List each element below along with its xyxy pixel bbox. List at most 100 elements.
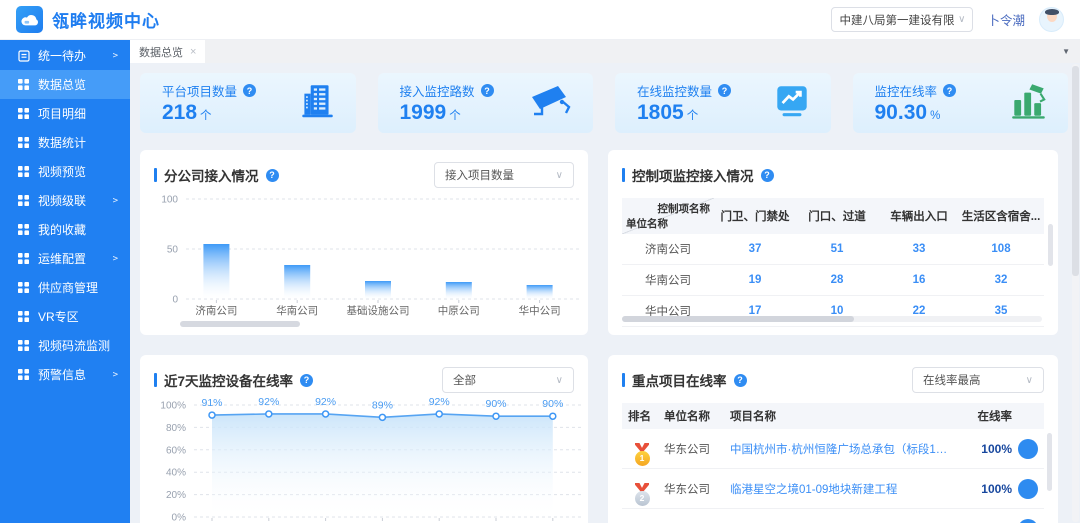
stat-card-3: 在线监控数量?1805个 <box>615 73 831 133</box>
column-header: 排名 <box>628 408 664 424</box>
grid-icon <box>18 340 30 352</box>
table-row: 1华东公司中国杭州市·杭州恒隆广场总承包（标段1）工程100% <box>622 429 1044 469</box>
tabbar-caret-icon[interactable]: ▼ <box>1062 47 1070 56</box>
branch-bar-chart: 050100济南公司华南公司基础设施公司中原公司华中公司 <box>140 192 588 330</box>
sidebar-item-5[interactable]: 视频预览 <box>0 157 130 186</box>
cell-value[interactable]: 33 <box>878 234 960 264</box>
horizontal-scrollbar-thumb[interactable] <box>180 321 300 327</box>
help-icon[interactable]: ? <box>481 84 494 97</box>
panel-head: 重点项目在线率 ? 在线率最高 ∨ <box>622 367 1044 393</box>
table-header-row: 排名单位名称项目名称在线率 <box>622 403 1044 429</box>
app-title: 瓴眸视频中心 <box>52 7 160 32</box>
panel-title: 控制项监控接入情况 ? <box>622 165 774 185</box>
stat-card-1: 平台项目数量?218个 <box>140 73 356 133</box>
table-row: 华南公司19281632 <box>622 265 1044 296</box>
svg-text:89%: 89% <box>372 399 393 411</box>
sidebar-item-11[interactable]: 视频码流监测 <box>0 331 130 360</box>
avatar[interactable] <box>1039 7 1064 32</box>
sidebar-item-3[interactable]: 项目明细 <box>0 99 130 128</box>
sidebar-item-label: 项目明细 <box>38 105 118 122</box>
stat-info: 监控在线率?90.30% <box>875 81 957 124</box>
project-link[interactable]: 临港星空之境01-09地块新建工程 <box>730 481 960 497</box>
stat-card-2: 接入监控路数?1999个 <box>378 73 594 133</box>
online-rate-filter-select[interactable]: 全部 ∨ <box>442 367 574 393</box>
sidebar-item-2[interactable]: 数据总览 <box>0 70 130 99</box>
cell-value[interactable]: 16 <box>878 265 960 295</box>
cctv-camera-icon <box>529 81 575 126</box>
key-projects-table: 排名单位名称项目名称在线率 1华东公司中国杭州市·杭州恒隆广场总承包（标段1）工… <box>622 403 1044 523</box>
username[interactable]: 卜令潮 <box>987 10 1025 29</box>
sidebar-item-label: 运维配置 <box>38 250 113 267</box>
stat-label: 在线监控数量? <box>637 81 731 100</box>
grid-icon <box>18 311 30 323</box>
sidebar-item-1[interactable]: 统一待办> <box>0 41 130 70</box>
vertical-scrollbar-thumb[interactable] <box>1047 433 1052 491</box>
cell-value[interactable]: 32 <box>960 265 1042 295</box>
grid-icon <box>18 79 30 91</box>
column-header: 生活区含宿舍... <box>960 198 1042 234</box>
column-header: 项目名称 <box>730 408 960 424</box>
key-projects-sort-select[interactable]: 在线率最高 ∨ <box>912 367 1044 393</box>
panel-head: 近7天监控设备在线率 ? 全部 ∨ <box>154 367 574 393</box>
cell-value[interactable]: 19 <box>714 265 796 295</box>
sidebar-item-8[interactable]: 运维配置> <box>0 244 130 273</box>
sidebar-item-9[interactable]: 供应商管理 <box>0 273 130 302</box>
svg-text:华中公司: 华中公司 <box>519 304 561 317</box>
svg-text:92%: 92% <box>429 396 450 408</box>
sidebar-item-12[interactable]: 预警信息> <box>0 360 130 389</box>
grid-icon <box>18 253 30 265</box>
help-icon[interactable]: ? <box>718 84 731 97</box>
building-icon <box>296 80 338 127</box>
horizontal-scrollbar-thumb[interactable] <box>622 316 854 322</box>
sidebar-item-7[interactable]: 我的收藏 <box>0 215 130 244</box>
help-icon[interactable]: ? <box>243 84 256 97</box>
sidebar-item-4[interactable]: 数据统计 <box>0 128 130 157</box>
grid-icon <box>18 166 30 178</box>
panel-key-projects: 重点项目在线率 ? 在线率最高 ∨ 排名单位名称项目名称在线率 1华东公司中国杭… <box>608 355 1058 523</box>
column-header: 门口、过道 <box>796 198 878 234</box>
svg-text:100: 100 <box>161 195 178 206</box>
stat-label: 监控在线率? <box>875 81 957 100</box>
help-icon[interactable]: ? <box>943 84 956 97</box>
help-icon[interactable]: ? <box>266 169 279 182</box>
sidebar-item-label: 视频级联 <box>38 192 113 209</box>
stat-info: 在线监控数量?1805个 <box>637 81 731 124</box>
page-scrollbar-thumb[interactable] <box>1072 66 1079 276</box>
tab-close-icon[interactable]: × <box>190 46 196 58</box>
chevron-right-icon: > <box>113 51 118 61</box>
corner-top-label: 控制项名称 <box>658 201 711 216</box>
help-icon[interactable]: ? <box>300 374 313 387</box>
help-icon[interactable]: ? <box>761 169 774 182</box>
online-rate-value: 100% <box>981 442 1012 456</box>
select-value: 在线率最高 <box>923 372 981 388</box>
select-value: 全部 <box>453 372 476 388</box>
unit-name: 华东公司 <box>664 441 730 457</box>
stat-label: 接入监控路数? <box>400 81 494 100</box>
column-header: 单位名称 <box>664 408 730 424</box>
chevron-down-icon: ∨ <box>556 170 563 181</box>
cell-value[interactable]: 37 <box>714 234 796 264</box>
company-select-value: 中建八局第一建设有限公司 <box>839 12 954 28</box>
title-bar-accent <box>622 168 625 182</box>
panel-title: 分公司接入情况 ? <box>154 165 279 185</box>
help-icon[interactable]: ? <box>734 374 747 387</box>
svg-text:基础设施公司: 基础设施公司 <box>347 304 410 317</box>
cell-value[interactable]: 51 <box>796 234 878 264</box>
svg-text:100%: 100% <box>160 401 186 412</box>
app-logo-cloud-icon <box>16 6 43 33</box>
branch-metric-select[interactable]: 接入项目数量 ∨ <box>434 162 574 188</box>
brand[interactable]: 瓴眸视频中心 <box>16 6 160 33</box>
vertical-scrollbar-thumb[interactable] <box>1048 224 1053 266</box>
corner-bottom-label: 单位名称 <box>626 216 668 231</box>
cell-value[interactable]: 108 <box>960 234 1042 264</box>
sidebar-item-6[interactable]: 视频级联> <box>0 186 130 215</box>
svg-text:90%: 90% <box>542 398 563 410</box>
sidebar-item-label: VR专区 <box>38 308 118 325</box>
cell-value[interactable]: 28 <box>796 265 878 295</box>
project-link[interactable]: 中国杭州市·杭州恒隆广场总承包（标段1）工程 <box>730 441 960 457</box>
sidebar-item-label: 数据统计 <box>38 134 118 151</box>
tab-data-overview[interactable]: 数据总览 × <box>130 40 205 63</box>
sidebar-item-10[interactable]: VR专区 <box>0 302 130 331</box>
company-select[interactable]: 中建八局第一建设有限公司 ∨ <box>831 7 973 32</box>
grid-icon <box>18 224 30 236</box>
